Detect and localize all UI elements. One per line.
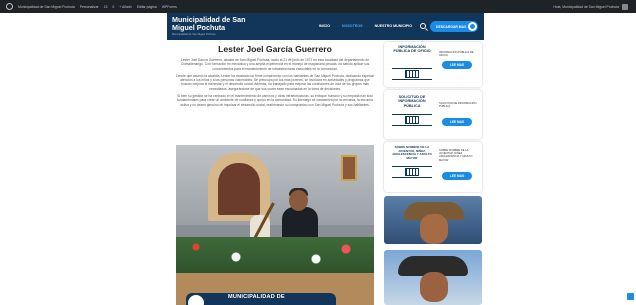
photo-flowers xyxy=(176,237,374,277)
admin-customize-link[interactable]: Personalizar xyxy=(80,5,99,9)
nav-item-nosotros[interactable]: NOSOTROS xyxy=(342,24,363,28)
admin-wpforms-link[interactable]: WPForms xyxy=(162,5,177,9)
nav-item-inicio[interactable]: INICIO xyxy=(319,24,330,28)
mayor-photo: MUNICIPALIDAD DE xyxy=(176,145,374,305)
article-paragraph-3: Si bien su gestión se ha centrado en el … xyxy=(177,94,373,107)
main-nav: INICIO NOSOTROS NUESTRO MUNICIPIO xyxy=(319,24,412,28)
site-title-line2[interactable]: Miguel Pochuta xyxy=(172,24,225,32)
avatar[interactable] xyxy=(622,3,628,10)
admin-greeting[interactable]: Hola, Municipalidad de San Miguel Pochut… xyxy=(553,5,619,9)
sidebar-image-1[interactable] xyxy=(384,196,482,244)
sidebar-card-solicitud: SOLICITUD DE INFORMACIÓN PÚBLICA SOLICIT… xyxy=(384,90,482,139)
card-description: INFORMACIÓN PÚBLICA DE OFICIO xyxy=(439,51,474,58)
photo-face xyxy=(420,214,448,244)
article: Lester Joel García Guerrero Lester Joel … xyxy=(176,44,374,110)
page-title: Lester Joel García Guerrero xyxy=(218,44,332,54)
card-title: SOBRE NOMBRE DE LA JUVENTUD, NIÑEZ, ADOL… xyxy=(392,145,432,160)
sidebar-image-2[interactable] xyxy=(384,250,482,305)
photo-mayor-head xyxy=(289,190,308,211)
photo-banner-text: MUNICIPALIDAD DE xyxy=(228,294,285,300)
article-paragraph-2: Desde que asumió la alcaldía, Lester ha … xyxy=(176,73,374,91)
card-description: SOLICITUD DE INFORMACIÓN PÚBLICA xyxy=(439,102,477,109)
card-logo-icon xyxy=(392,166,432,178)
card-logo-icon xyxy=(392,114,432,126)
read-more-button[interactable]: LEE MAS xyxy=(442,172,472,180)
photo-face xyxy=(420,272,448,302)
admin-edit-page-link[interactable]: Editar página xyxy=(137,5,157,9)
read-more-button[interactable]: LEE MAS xyxy=(442,118,472,126)
article-paragraph-1: Lester Joel García Guerrero, alcalde de … xyxy=(180,58,370,71)
download-button[interactable]: DESCARGAR MAS xyxy=(430,21,478,32)
download-icon xyxy=(468,22,477,31)
site-header: Municipalidad de San Miguel Pochuta Muni… xyxy=(167,13,484,40)
photo-altar-inner xyxy=(218,163,260,215)
card-description: SOBRE NOMBRE DE LA JUVENTUD, NIÑEZ, ADOL… xyxy=(439,149,473,162)
admin-site-link[interactable]: Municipalidad de San Miguel Pochuta xyxy=(18,5,75,9)
admin-new-link[interactable]: + Añadir xyxy=(119,5,132,9)
card-title: SOLICITUD DE INFORMACIÓN PÚBLICA xyxy=(398,95,426,108)
admin-bar: Municipalidad de San Miguel Pochuta Pers… xyxy=(0,0,636,13)
site-tagline: Municipalidad de San Miguel Pochuta xyxy=(172,33,216,36)
photo-painting xyxy=(341,155,357,181)
read-more-button[interactable]: LEE MAS xyxy=(442,61,472,69)
card-title: INFORMACIÓN PÚBLICA DE OFICIO xyxy=(393,45,431,54)
sidebar-card-informacion-publica: INFORMACIÓN PÚBLICA DE OFICIO INFORMACIÓ… xyxy=(384,42,482,87)
admin-comments-count[interactable]: 0 xyxy=(112,5,114,9)
wordpress-icon[interactable] xyxy=(6,3,13,10)
card-logo-icon xyxy=(392,68,432,80)
municipal-seal-icon xyxy=(188,295,204,305)
sidebar-card-juventud: SOBRE NOMBRE DE LA JUVENTUD, NIÑEZ, ADOL… xyxy=(384,142,482,192)
scroll-to-top-button[interactable] xyxy=(627,293,634,300)
admin-updates-count[interactable]: 13 xyxy=(104,5,108,9)
search-icon[interactable] xyxy=(420,23,426,29)
nav-item-nuestro-municipio[interactable]: NUESTRO MUNICIPIO xyxy=(375,24,413,28)
download-button-label: DESCARGAR MAS xyxy=(436,24,467,29)
